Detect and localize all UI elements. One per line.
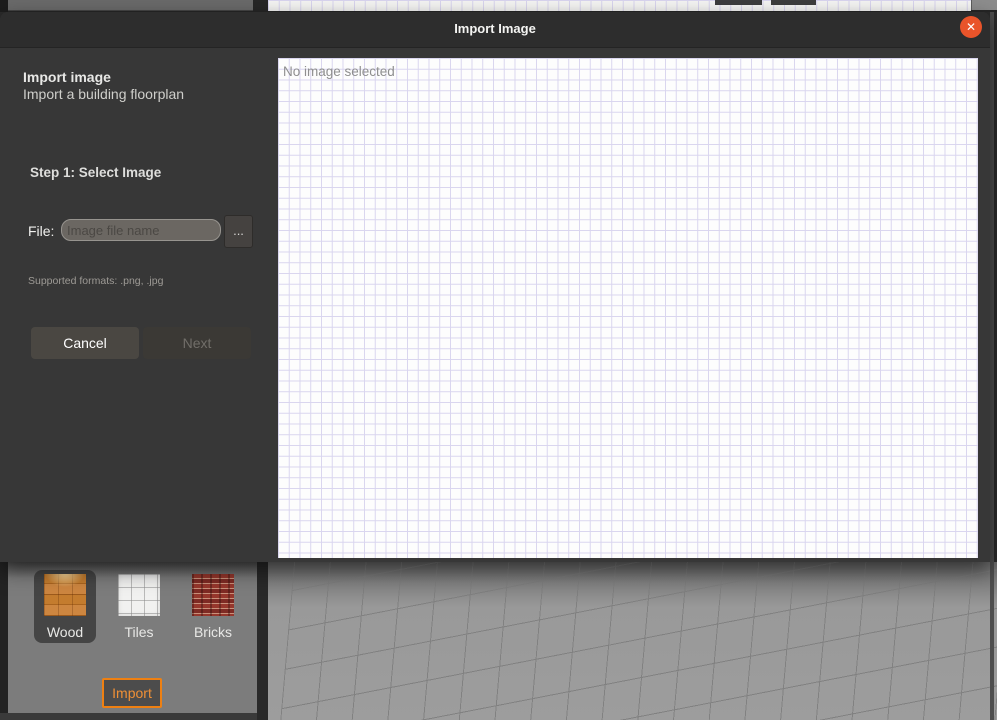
panel-separator bbox=[257, 562, 268, 720]
ground-grid bbox=[268, 562, 997, 720]
scene-3d-view[interactable] bbox=[268, 562, 997, 720]
editor-toolbar-strip bbox=[8, 0, 253, 11]
textures-panel: Wood Tiles Bricks Import bbox=[8, 562, 257, 713]
texture-item-tiles[interactable]: Tiles bbox=[108, 570, 170, 643]
texture-item-wood[interactable]: Wood bbox=[34, 570, 96, 643]
step-title: Step 1: Select Image bbox=[30, 165, 162, 180]
close-icon[interactable]: ✕ bbox=[960, 16, 982, 38]
background-top-strip bbox=[0, 0, 997, 12]
scrollbar-corner bbox=[971, 0, 997, 10]
texture-label: Wood bbox=[46, 624, 84, 640]
dialog-subheading: Import a building floorplan bbox=[23, 86, 185, 102]
left-edge bbox=[0, 562, 8, 720]
window-right-edge bbox=[990, 12, 994, 720]
bricks-texture-icon bbox=[192, 574, 234, 616]
floorplan-grid-strip bbox=[268, 0, 971, 11]
file-label: File: bbox=[28, 223, 55, 239]
import-texture-button[interactable]: Import bbox=[102, 678, 162, 708]
texture-label: Tiles bbox=[124, 624, 154, 640]
image-preview-area: No image selected bbox=[278, 58, 978, 558]
texture-label: Bricks bbox=[193, 624, 233, 640]
wood-texture-icon bbox=[44, 574, 86, 616]
panel-bottom-strip bbox=[0, 713, 257, 720]
browse-button[interactable]: ... bbox=[224, 215, 253, 248]
supported-formats-note: Supported formats: .png, .jpg bbox=[28, 275, 164, 287]
cancel-button[interactable]: Cancel bbox=[31, 327, 139, 359]
texture-item-bricks[interactable]: Bricks bbox=[182, 570, 244, 643]
background-bottom: Wood Tiles Bricks Import bbox=[0, 562, 997, 720]
next-button[interactable]: Next bbox=[143, 327, 251, 359]
import-image-dialog: Import Image ✕ Import image Import a bui… bbox=[0, 12, 990, 562]
dialog-titlebar[interactable]: Import Image ✕ bbox=[0, 12, 990, 48]
dialog-heading: Import image bbox=[23, 69, 111, 85]
file-name-input[interactable] bbox=[61, 219, 221, 241]
left-edge bbox=[0, 0, 8, 12]
background-button-remnant bbox=[715, 0, 762, 5]
tiles-texture-icon bbox=[118, 574, 160, 616]
dialog-title: Import Image bbox=[454, 21, 536, 36]
preview-placeholder-text: No image selected bbox=[283, 64, 395, 79]
background-button-remnant bbox=[771, 0, 816, 5]
texture-list: Wood Tiles Bricks bbox=[34, 570, 244, 643]
app-window: Wood Tiles Bricks Import Import Image ✕ … bbox=[0, 0, 997, 720]
